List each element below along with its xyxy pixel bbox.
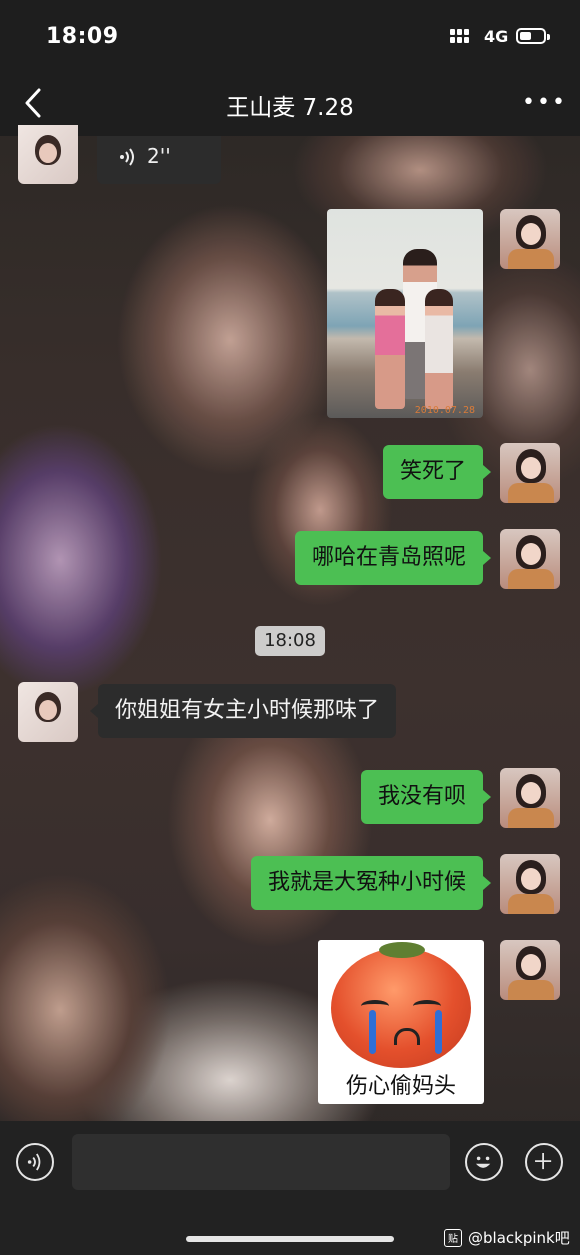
message-input[interactable] bbox=[72, 1134, 450, 1190]
my-avatar[interactable] bbox=[500, 529, 560, 589]
network-type: 4G bbox=[484, 27, 509, 46]
voice-message[interactable]: 2'' bbox=[97, 136, 221, 184]
message-bubble[interactable]: 笑死了 bbox=[382, 445, 492, 499]
contact-avatar[interactable] bbox=[18, 682, 78, 742]
tieba-logo-icon: 贴 bbox=[444, 1228, 462, 1247]
signal-icon bbox=[450, 29, 469, 43]
plus-icon[interactable] bbox=[525, 1143, 563, 1181]
message-bubble[interactable]: 我就是大冤种小时候 bbox=[250, 856, 492, 910]
sticker-caption: 伤心偷妈头 bbox=[345, 1074, 456, 1099]
my-avatar[interactable] bbox=[500, 768, 560, 828]
message-bubble[interactable]: 哪哈在青岛照呢 bbox=[294, 531, 492, 585]
voice-input-icon[interactable] bbox=[16, 1143, 54, 1181]
voice-wave-icon bbox=[120, 148, 134, 166]
home-indicator[interactable] bbox=[186, 1236, 394, 1242]
my-avatar[interactable] bbox=[500, 854, 560, 914]
watermark: 贴 @blackpink吧 bbox=[444, 1227, 570, 1248]
message-timestamp: 18:08 bbox=[255, 626, 325, 656]
my-avatar[interactable] bbox=[500, 443, 560, 503]
message-bubble[interactable]: 我没有呗 bbox=[360, 770, 492, 824]
emoji-icon[interactable] bbox=[465, 1143, 503, 1181]
status-time: 18:09 bbox=[46, 24, 119, 49]
sticker-message[interactable]: 伤心偷妈头 bbox=[318, 940, 484, 1104]
message-bubble[interactable]: 你姐姐有女主小时候那味了 bbox=[89, 684, 397, 738]
battery-icon bbox=[516, 28, 550, 44]
crying-tomato-icon bbox=[331, 942, 471, 1068]
my-avatar[interactable] bbox=[500, 940, 560, 1000]
photo-date-stamp: 2010.07.28 bbox=[414, 405, 475, 416]
navigation-bar: 18:09 4G 王山麦 7.28 ••• bbox=[0, 0, 580, 136]
more-dots-icon[interactable]: ••• bbox=[522, 92, 567, 114]
chat-title: 王山麦 7.28 bbox=[226, 95, 354, 121]
image-message[interactable]: 2010.07.28 bbox=[327, 209, 483, 418]
voice-duration: 2'' bbox=[147, 144, 171, 168]
my-avatar[interactable] bbox=[500, 209, 560, 269]
watermark-text: @blackpink吧 bbox=[468, 1229, 570, 1247]
contact-avatar[interactable] bbox=[18, 125, 78, 184]
